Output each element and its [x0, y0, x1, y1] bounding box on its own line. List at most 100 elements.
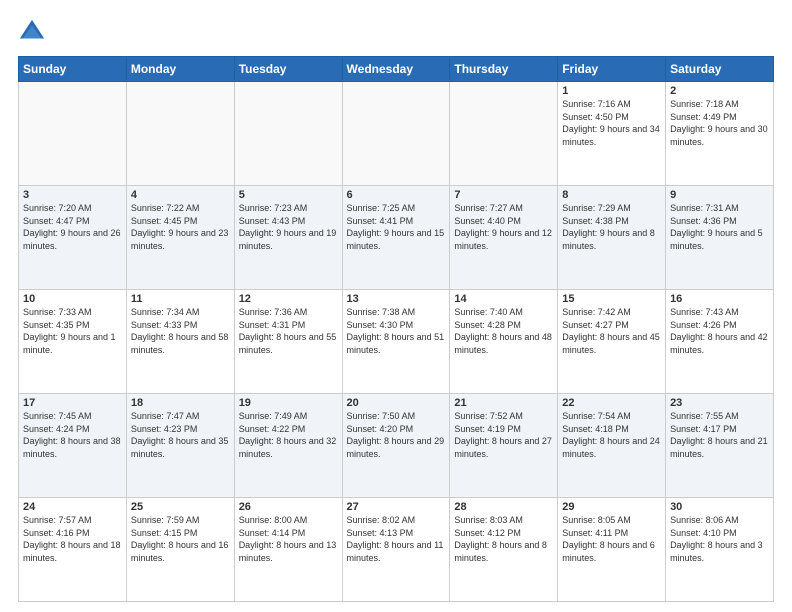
day-number: 4: [131, 189, 230, 201]
day-info: Sunrise: 7:43 AM Sunset: 4:26 PM Dayligh…: [670, 306, 769, 356]
calendar-header-monday: Monday: [126, 57, 234, 82]
day-number: 18: [131, 397, 230, 409]
day-info: Sunrise: 7:31 AM Sunset: 4:36 PM Dayligh…: [670, 202, 769, 252]
day-info: Sunrise: 8:03 AM Sunset: 4:12 PM Dayligh…: [454, 514, 553, 564]
calendar-cell: 18Sunrise: 7:47 AM Sunset: 4:23 PM Dayli…: [126, 394, 234, 498]
calendar-cell: [450, 82, 558, 186]
calendar-cell: 28Sunrise: 8:03 AM Sunset: 4:12 PM Dayli…: [450, 498, 558, 602]
calendar-cell: 19Sunrise: 7:49 AM Sunset: 4:22 PM Dayli…: [234, 394, 342, 498]
calendar-cell: 29Sunrise: 8:05 AM Sunset: 4:11 PM Dayli…: [558, 498, 666, 602]
calendar-header-thursday: Thursday: [450, 57, 558, 82]
header: [18, 18, 774, 46]
logo: [18, 18, 50, 46]
calendar-header-row: SundayMondayTuesdayWednesdayThursdayFrid…: [19, 57, 774, 82]
calendar-cell: 12Sunrise: 7:36 AM Sunset: 4:31 PM Dayli…: [234, 290, 342, 394]
day-info: Sunrise: 7:36 AM Sunset: 4:31 PM Dayligh…: [239, 306, 338, 356]
calendar-cell: 13Sunrise: 7:38 AM Sunset: 4:30 PM Dayli…: [342, 290, 450, 394]
day-info: Sunrise: 7:25 AM Sunset: 4:41 PM Dayligh…: [347, 202, 446, 252]
day-number: 22: [562, 397, 661, 409]
day-info: Sunrise: 8:06 AM Sunset: 4:10 PM Dayligh…: [670, 514, 769, 564]
day-info: Sunrise: 7:52 AM Sunset: 4:19 PM Dayligh…: [454, 410, 553, 460]
calendar-week-2: 3Sunrise: 7:20 AM Sunset: 4:47 PM Daylig…: [19, 186, 774, 290]
day-number: 17: [23, 397, 122, 409]
calendar-week-3: 10Sunrise: 7:33 AM Sunset: 4:35 PM Dayli…: [19, 290, 774, 394]
calendar-week-4: 17Sunrise: 7:45 AM Sunset: 4:24 PM Dayli…: [19, 394, 774, 498]
day-number: 6: [347, 189, 446, 201]
calendar-cell: 1Sunrise: 7:16 AM Sunset: 4:50 PM Daylig…: [558, 82, 666, 186]
day-info: Sunrise: 7:40 AM Sunset: 4:28 PM Dayligh…: [454, 306, 553, 356]
calendar-week-5: 24Sunrise: 7:57 AM Sunset: 4:16 PM Dayli…: [19, 498, 774, 602]
day-number: 10: [23, 293, 122, 305]
calendar-cell: 20Sunrise: 7:50 AM Sunset: 4:20 PM Dayli…: [342, 394, 450, 498]
day-info: Sunrise: 7:47 AM Sunset: 4:23 PM Dayligh…: [131, 410, 230, 460]
day-number: 23: [670, 397, 769, 409]
day-number: 29: [562, 501, 661, 513]
calendar-cell: 6Sunrise: 7:25 AM Sunset: 4:41 PM Daylig…: [342, 186, 450, 290]
day-info: Sunrise: 7:23 AM Sunset: 4:43 PM Dayligh…: [239, 202, 338, 252]
calendar-cell: 2Sunrise: 7:18 AM Sunset: 4:49 PM Daylig…: [666, 82, 774, 186]
calendar-cell: [234, 82, 342, 186]
calendar-cell: 26Sunrise: 8:00 AM Sunset: 4:14 PM Dayli…: [234, 498, 342, 602]
day-info: Sunrise: 7:54 AM Sunset: 4:18 PM Dayligh…: [562, 410, 661, 460]
calendar-cell: 7Sunrise: 7:27 AM Sunset: 4:40 PM Daylig…: [450, 186, 558, 290]
calendar-cell: 21Sunrise: 7:52 AM Sunset: 4:19 PM Dayli…: [450, 394, 558, 498]
calendar-cell: 4Sunrise: 7:22 AM Sunset: 4:45 PM Daylig…: [126, 186, 234, 290]
day-number: 30: [670, 501, 769, 513]
calendar-header-friday: Friday: [558, 57, 666, 82]
day-number: 16: [670, 293, 769, 305]
calendar-cell: 22Sunrise: 7:54 AM Sunset: 4:18 PM Dayli…: [558, 394, 666, 498]
calendar-cell: 8Sunrise: 7:29 AM Sunset: 4:38 PM Daylig…: [558, 186, 666, 290]
day-number: 14: [454, 293, 553, 305]
calendar-week-1: 1Sunrise: 7:16 AM Sunset: 4:50 PM Daylig…: [19, 82, 774, 186]
day-number: 1: [562, 85, 661, 97]
day-number: 20: [347, 397, 446, 409]
calendar-cell: 23Sunrise: 7:55 AM Sunset: 4:17 PM Dayli…: [666, 394, 774, 498]
day-info: Sunrise: 7:50 AM Sunset: 4:20 PM Dayligh…: [347, 410, 446, 460]
calendar-header-sunday: Sunday: [19, 57, 127, 82]
calendar-cell: 24Sunrise: 7:57 AM Sunset: 4:16 PM Dayli…: [19, 498, 127, 602]
calendar-cell: [19, 82, 127, 186]
calendar-cell: 3Sunrise: 7:20 AM Sunset: 4:47 PM Daylig…: [19, 186, 127, 290]
day-info: Sunrise: 7:33 AM Sunset: 4:35 PM Dayligh…: [23, 306, 122, 356]
day-info: Sunrise: 7:57 AM Sunset: 4:16 PM Dayligh…: [23, 514, 122, 564]
calendar-cell: 27Sunrise: 8:02 AM Sunset: 4:13 PM Dayli…: [342, 498, 450, 602]
logo-icon: [18, 18, 46, 46]
day-number: 26: [239, 501, 338, 513]
day-number: 19: [239, 397, 338, 409]
day-number: 24: [23, 501, 122, 513]
day-info: Sunrise: 7:16 AM Sunset: 4:50 PM Dayligh…: [562, 98, 661, 148]
day-info: Sunrise: 7:38 AM Sunset: 4:30 PM Dayligh…: [347, 306, 446, 356]
calendar-cell: [342, 82, 450, 186]
day-info: Sunrise: 7:45 AM Sunset: 4:24 PM Dayligh…: [23, 410, 122, 460]
calendar-cell: 15Sunrise: 7:42 AM Sunset: 4:27 PM Dayli…: [558, 290, 666, 394]
day-number: 2: [670, 85, 769, 97]
day-info: Sunrise: 7:42 AM Sunset: 4:27 PM Dayligh…: [562, 306, 661, 356]
day-number: 8: [562, 189, 661, 201]
day-number: 5: [239, 189, 338, 201]
day-info: Sunrise: 7:18 AM Sunset: 4:49 PM Dayligh…: [670, 98, 769, 148]
day-info: Sunrise: 7:55 AM Sunset: 4:17 PM Dayligh…: [670, 410, 769, 460]
day-info: Sunrise: 8:00 AM Sunset: 4:14 PM Dayligh…: [239, 514, 338, 564]
day-number: 15: [562, 293, 661, 305]
calendar-cell: 5Sunrise: 7:23 AM Sunset: 4:43 PM Daylig…: [234, 186, 342, 290]
day-number: 9: [670, 189, 769, 201]
calendar-cell: [126, 82, 234, 186]
calendar-cell: 14Sunrise: 7:40 AM Sunset: 4:28 PM Dayli…: [450, 290, 558, 394]
day-number: 12: [239, 293, 338, 305]
calendar-cell: 16Sunrise: 7:43 AM Sunset: 4:26 PM Dayli…: [666, 290, 774, 394]
day-info: Sunrise: 7:27 AM Sunset: 4:40 PM Dayligh…: [454, 202, 553, 252]
day-info: Sunrise: 8:05 AM Sunset: 4:11 PM Dayligh…: [562, 514, 661, 564]
day-number: 13: [347, 293, 446, 305]
calendar-header-wednesday: Wednesday: [342, 57, 450, 82]
day-number: 25: [131, 501, 230, 513]
calendar-cell: 25Sunrise: 7:59 AM Sunset: 4:15 PM Dayli…: [126, 498, 234, 602]
day-info: Sunrise: 7:29 AM Sunset: 4:38 PM Dayligh…: [562, 202, 661, 252]
day-number: 3: [23, 189, 122, 201]
calendar-table: SundayMondayTuesdayWednesdayThursdayFrid…: [18, 56, 774, 602]
calendar-header-saturday: Saturday: [666, 57, 774, 82]
day-info: Sunrise: 7:20 AM Sunset: 4:47 PM Dayligh…: [23, 202, 122, 252]
calendar-cell: 11Sunrise: 7:34 AM Sunset: 4:33 PM Dayli…: [126, 290, 234, 394]
calendar-cell: 30Sunrise: 8:06 AM Sunset: 4:10 PM Dayli…: [666, 498, 774, 602]
day-number: 27: [347, 501, 446, 513]
day-number: 28: [454, 501, 553, 513]
